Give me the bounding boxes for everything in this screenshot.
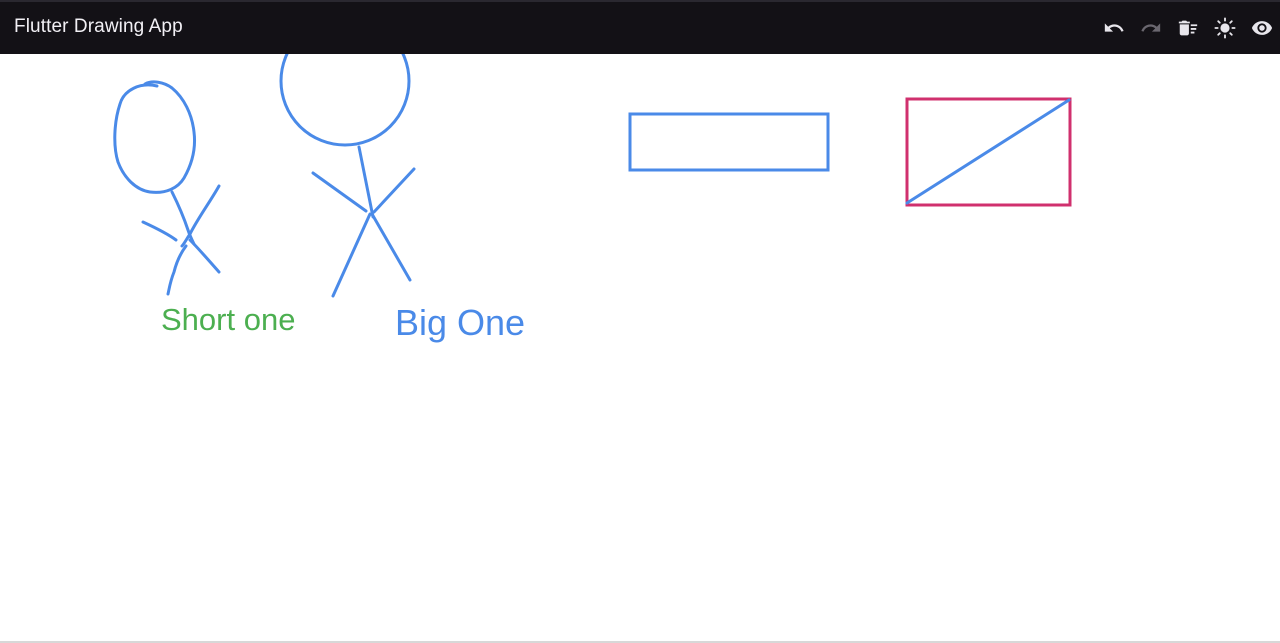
label-big-one: Big One [395,302,525,343]
theme-toggle-button[interactable] [1206,8,1243,48]
clear-all-button[interactable] [1169,8,1206,48]
eye-icon [1251,21,1272,35]
freehand-stick-figure [113,80,221,296]
canvas-drawing: Short one Big One [113,54,1072,343]
delete-sweep-icon [1178,20,1197,36]
preview-button[interactable] [1243,8,1280,48]
undo-icon [1104,23,1124,32]
label-short-one: Short one [161,302,295,337]
redo-icon [1140,23,1160,32]
circle-stick-figure [279,54,416,298]
app-bar: Flutter Drawing App [0,0,1280,54]
blue-rectangle [628,112,830,172]
drawing-canvas[interactable]: Short one Big One [0,54,1280,641]
redo-button[interactable] [1132,8,1169,48]
app-title: Flutter Drawing App [14,16,183,37]
undo-button[interactable] [1095,8,1132,48]
app-bar-actions [1095,2,1280,54]
blue-diagonal-line [905,98,1071,205]
brightness-sun-icon [1213,17,1236,39]
drawing-app: Flutter Drawing App Short one Big One [0,0,1280,643]
